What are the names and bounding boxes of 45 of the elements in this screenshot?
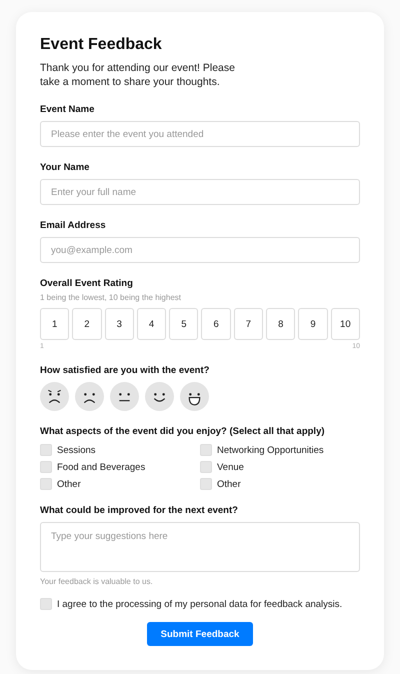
rating-label: Overall Event Rating [40, 278, 134, 289]
submit-button[interactable]: Submit Feedback [146, 622, 254, 646]
improve-label: What could be improved for the next event? [40, 505, 239, 516]
checkbox[interactable] [200, 461, 212, 473]
rating-option[interactable]: 1 [40, 308, 70, 340]
neutral-face-icon[interactable] [110, 382, 139, 411]
rating-option[interactable]: 5 [169, 308, 198, 340]
rating-option[interactable]: 2 [72, 308, 102, 340]
field-label: Your Name [40, 162, 90, 173]
consent-label: I agree to the processing of my personal data for feedback analysis. [57, 598, 342, 610]
satisfaction-label: How satisfied are you with the event? [40, 365, 210, 376]
rating-option[interactable]: 6 [201, 308, 231, 340]
checkbox[interactable] [200, 478, 212, 490]
delighted-face-icon[interactable] [180, 382, 209, 411]
rating-option[interactable]: 4 [136, 308, 166, 340]
input-field[interactable]: Enter your full name [40, 179, 360, 205]
checkbox[interactable] [40, 598, 52, 610]
checkbox[interactable] [200, 444, 212, 456]
improve-hint: Your feedback is valuable to us. [40, 577, 154, 586]
checkbox[interactable] [40, 461, 52, 473]
rating-option[interactable]: 8 [266, 308, 296, 340]
rating-option[interactable]: 9 [298, 308, 328, 340]
input-field[interactable]: you@example.com [40, 237, 360, 263]
checkbox-label: Networking Opportunities [217, 444, 324, 456]
sad-face-icon[interactable] [75, 382, 104, 411]
angry-face-icon[interactable] [40, 382, 69, 411]
suggestions-field[interactable]: Type your suggestions here [40, 522, 360, 572]
checkbox-label: Food and Beverages [57, 462, 146, 472]
checkbox-label: Sessions [57, 444, 96, 456]
rating-option[interactable]: 7 [234, 308, 264, 340]
checkbox[interactable] [40, 478, 52, 490]
happy-face-icon[interactable] [145, 382, 174, 411]
rating-option[interactable]: 3 [104, 308, 134, 340]
rating-hint: 1 being the lowest, 10 being the highest [40, 293, 182, 302]
checkbox-label: Other [57, 478, 81, 490]
checkbox[interactable] [40, 444, 52, 456]
checkbox-label: Venue [217, 462, 244, 472]
form-title: Event Feedback [40, 36, 163, 54]
checkbox-label: Other [217, 478, 241, 490]
rating-option[interactable]: 10 [330, 308, 360, 340]
field-label: Email Address [40, 220, 107, 231]
field-label: Event Name [40, 104, 96, 115]
intro-text: Thank you for attending our event! Please take a moment to share your thoughts. [40, 61, 236, 89]
input-field[interactable]: Please enter the event you attended [40, 121, 360, 147]
aspects-label: What aspects of the event did you enjoy? (Select all that apply) [40, 426, 326, 437]
